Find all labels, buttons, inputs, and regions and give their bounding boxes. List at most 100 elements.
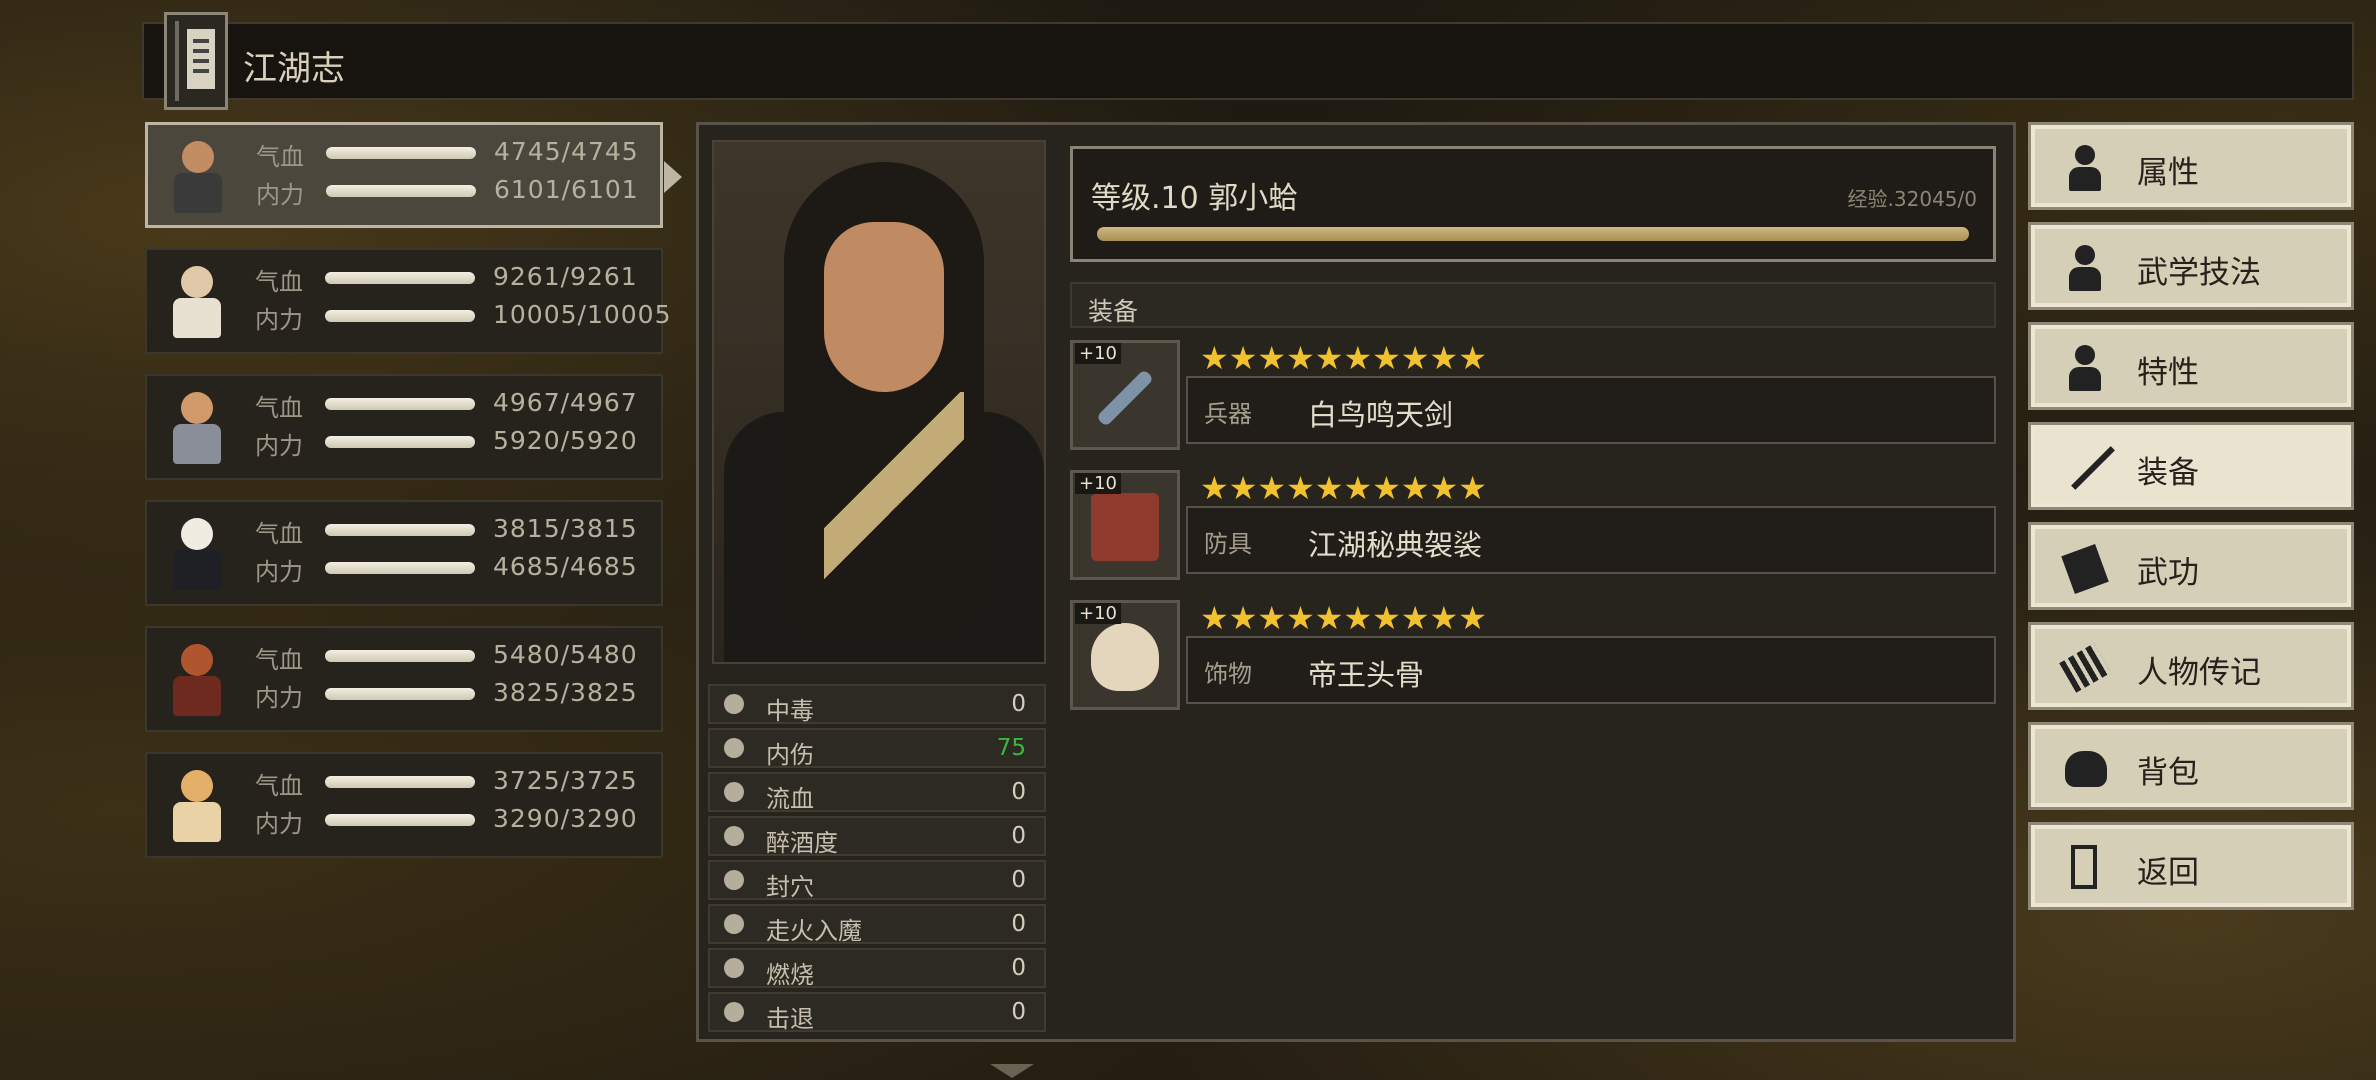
hp-value: 4745/4745 — [494, 137, 639, 166]
equipment-slot[interactable]: 兵器 白鸟鸣天剑 — [1186, 376, 1996, 444]
experience-bar-fill — [1097, 227, 1969, 241]
status-row: 醉酒度 0 — [708, 816, 1046, 857]
status-value: 75 — [996, 735, 1026, 761]
status-value: 0 — [1011, 691, 1026, 717]
member-avatar-body — [173, 676, 221, 716]
title-bar — [142, 22, 2354, 100]
mp-label: 内力 — [255, 432, 303, 460]
status-row: 燃烧 0 — [708, 948, 1046, 989]
hp-value: 9261/9261 — [493, 262, 638, 291]
equipment-type: 兵器 — [1204, 400, 1252, 428]
member-avatar — [161, 762, 233, 850]
book-icon — [2061, 543, 2109, 594]
enhance-level-badge: +10 — [1075, 343, 1121, 364]
mp-label: 内力 — [255, 810, 303, 838]
mp-value: 4685/4685 — [493, 552, 638, 581]
hp-label: 气血 — [255, 394, 303, 422]
menu-button-2[interactable]: 武学技法 — [2028, 222, 2354, 310]
menu-button-label: 特性 — [2137, 355, 2199, 391]
hero-portrait — [712, 140, 1046, 664]
mp-label: 内力 — [256, 181, 304, 209]
member-avatar — [161, 636, 233, 724]
sword-icon — [2061, 443, 2115, 491]
menu-button-label: 属性 — [2137, 155, 2199, 191]
menu-button-8[interactable]: 返回 — [2028, 822, 2354, 910]
party-member-card[interactable]: 气血 4745/4745 内力 6101/6101 — [145, 122, 682, 228]
party-member-card[interactable]: 气血 9261/9261 内力 10005/10005 — [145, 248, 670, 354]
party-member-card[interactable]: 气血 3725/3725 内力 3290/3290 — [145, 752, 663, 858]
mp-label: 内力 — [255, 558, 303, 586]
status-row: 走火入魔 0 — [708, 904, 1046, 945]
menu-button-label: 人物传记 — [2137, 655, 2261, 691]
hp-label: 气血 — [255, 520, 303, 548]
menu-button-5[interactable]: 武功 — [2028, 522, 2354, 610]
boot-icon — [724, 1002, 744, 1022]
person-heart-icon — [2061, 343, 2109, 391]
status-label: 封穴 — [766, 873, 814, 901]
skull-icon — [724, 694, 744, 714]
menu-button-label: 装备 — [2137, 455, 2199, 491]
menu-button-7[interactable]: 背包 — [2028, 722, 2354, 810]
member-avatar-body — [174, 173, 222, 213]
hp-bar — [325, 272, 475, 284]
hp-bar — [326, 147, 476, 159]
status-value: 0 — [1011, 867, 1026, 893]
member-avatar-body — [173, 424, 221, 464]
mp-value: 5920/5920 — [493, 426, 638, 455]
equipment-header-label: 装备 — [1088, 297, 1139, 326]
equipment-slot[interactable]: 防具 江湖秘典袈裟 — [1186, 506, 1996, 574]
scroll-icon — [2059, 643, 2111, 693]
menu-button-label: 背包 — [2137, 755, 2199, 791]
menu-button-label: 武学技法 — [2137, 255, 2261, 291]
person-icon — [2061, 143, 2109, 191]
mp-value: 10005/10005 — [493, 300, 672, 329]
hp-row: 气血 9261/9261 — [255, 262, 655, 296]
equipment-name: 帝王头骨 — [1308, 658, 1425, 692]
member-avatar-body — [173, 550, 221, 590]
experience-bar — [1097, 227, 1969, 241]
party-member-card[interactable]: 气血 3815/3815 内力 4685/4685 — [145, 500, 663, 606]
hp-row: 气血 5480/5480 — [255, 640, 655, 674]
equipment-slot[interactable]: 饰物 帝王头骨 — [1186, 636, 1996, 704]
party-member-card[interactable]: 气血 5480/5480 内力 3825/3825 — [145, 626, 663, 732]
mp-bar — [325, 562, 475, 574]
hp-bar — [325, 650, 475, 662]
blood-icon — [724, 782, 744, 802]
star-rating: ★★★★★★★★★★ — [1200, 469, 1487, 507]
menu-button-label: 武功 — [2137, 555, 2199, 591]
hp-row: 气血 4967/4967 — [255, 388, 655, 422]
mp-row: 内力 3825/3825 — [255, 678, 655, 712]
hp-bar — [325, 776, 475, 788]
menu-button-label: 返回 — [2137, 855, 2199, 891]
menu-button-1[interactable]: 属性 — [2028, 122, 2354, 210]
status-label: 内伤 — [766, 741, 814, 769]
menu-button-3[interactable]: 特性 — [2028, 322, 2354, 410]
equipment-name: 白鸟鸣天剑 — [1308, 398, 1454, 432]
mp-bar — [325, 814, 475, 826]
member-avatar-head — [181, 518, 213, 550]
enhance-level-badge: +10 — [1075, 473, 1121, 494]
party-member-card[interactable]: 气血 4967/4967 内力 5920/5920 — [145, 374, 663, 480]
menu-button-6[interactable]: 人物传记 — [2028, 622, 2354, 710]
hp-value: 5480/5480 — [493, 640, 638, 669]
equipment-slot-icon[interactable]: +10 — [1070, 470, 1180, 580]
menu-button-4[interactable]: 装备 — [2028, 422, 2354, 510]
sword-icon — [1096, 369, 1154, 427]
hp-label: 气血 — [255, 268, 303, 296]
enhance-level-badge: +10 — [1075, 603, 1121, 624]
demon-icon — [724, 914, 744, 934]
status-label: 流血 — [766, 785, 814, 813]
hp-value: 3815/3815 — [493, 514, 638, 543]
skull-icon — [1091, 623, 1159, 691]
status-label: 中毒 — [766, 697, 814, 725]
status-value: 0 — [1011, 999, 1026, 1025]
mp-value: 6101/6101 — [494, 175, 639, 204]
hp-label: 气血 — [256, 143, 304, 171]
status-label: 走火入魔 — [766, 917, 862, 945]
scroll-down-arrow-icon — [990, 1064, 1034, 1078]
equipment-slot-icon[interactable]: +10 — [1070, 340, 1180, 450]
mp-row: 内力 6101/6101 — [256, 175, 656, 209]
equipment-slot-icon[interactable]: +10 — [1070, 600, 1180, 710]
member-avatar — [161, 258, 233, 346]
mp-row: 内力 5920/5920 — [255, 426, 655, 460]
